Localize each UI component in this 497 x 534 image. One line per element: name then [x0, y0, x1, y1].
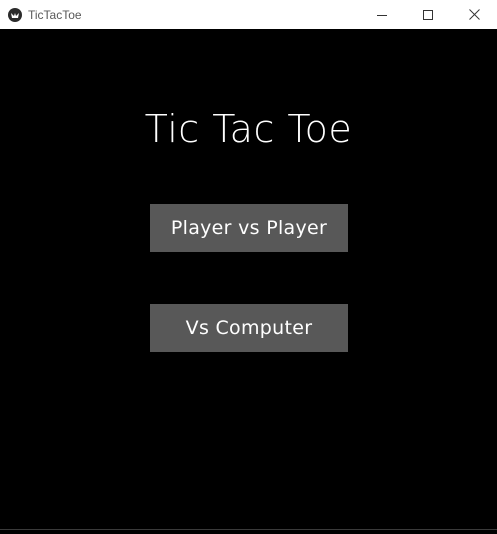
app-logo-icon — [8, 7, 22, 22]
close-button[interactable] — [451, 0, 497, 29]
close-icon — [468, 9, 480, 20]
maximize-button[interactable] — [405, 0, 451, 29]
window-bottom-border — [0, 529, 497, 530]
title-bar[interactable]: TicTacToe — [0, 0, 497, 29]
window-controls — [359, 0, 497, 29]
maximize-icon — [423, 9, 433, 20]
main-menu: Tic Tac Toe Player vs Player Vs Computer — [0, 29, 497, 529]
minimize-icon — [377, 14, 387, 16]
player-vs-player-button[interactable]: Player vs Player — [150, 204, 348, 252]
game-title: Tic Tac Toe — [144, 107, 353, 151]
vs-computer-button[interactable]: Vs Computer — [150, 304, 348, 352]
window-title: TicTacToe — [28, 7, 82, 22]
app-window: TicTacToe Tic Tac Toe Player vs Player V… — [0, 0, 497, 534]
minimize-button[interactable] — [359, 0, 405, 29]
